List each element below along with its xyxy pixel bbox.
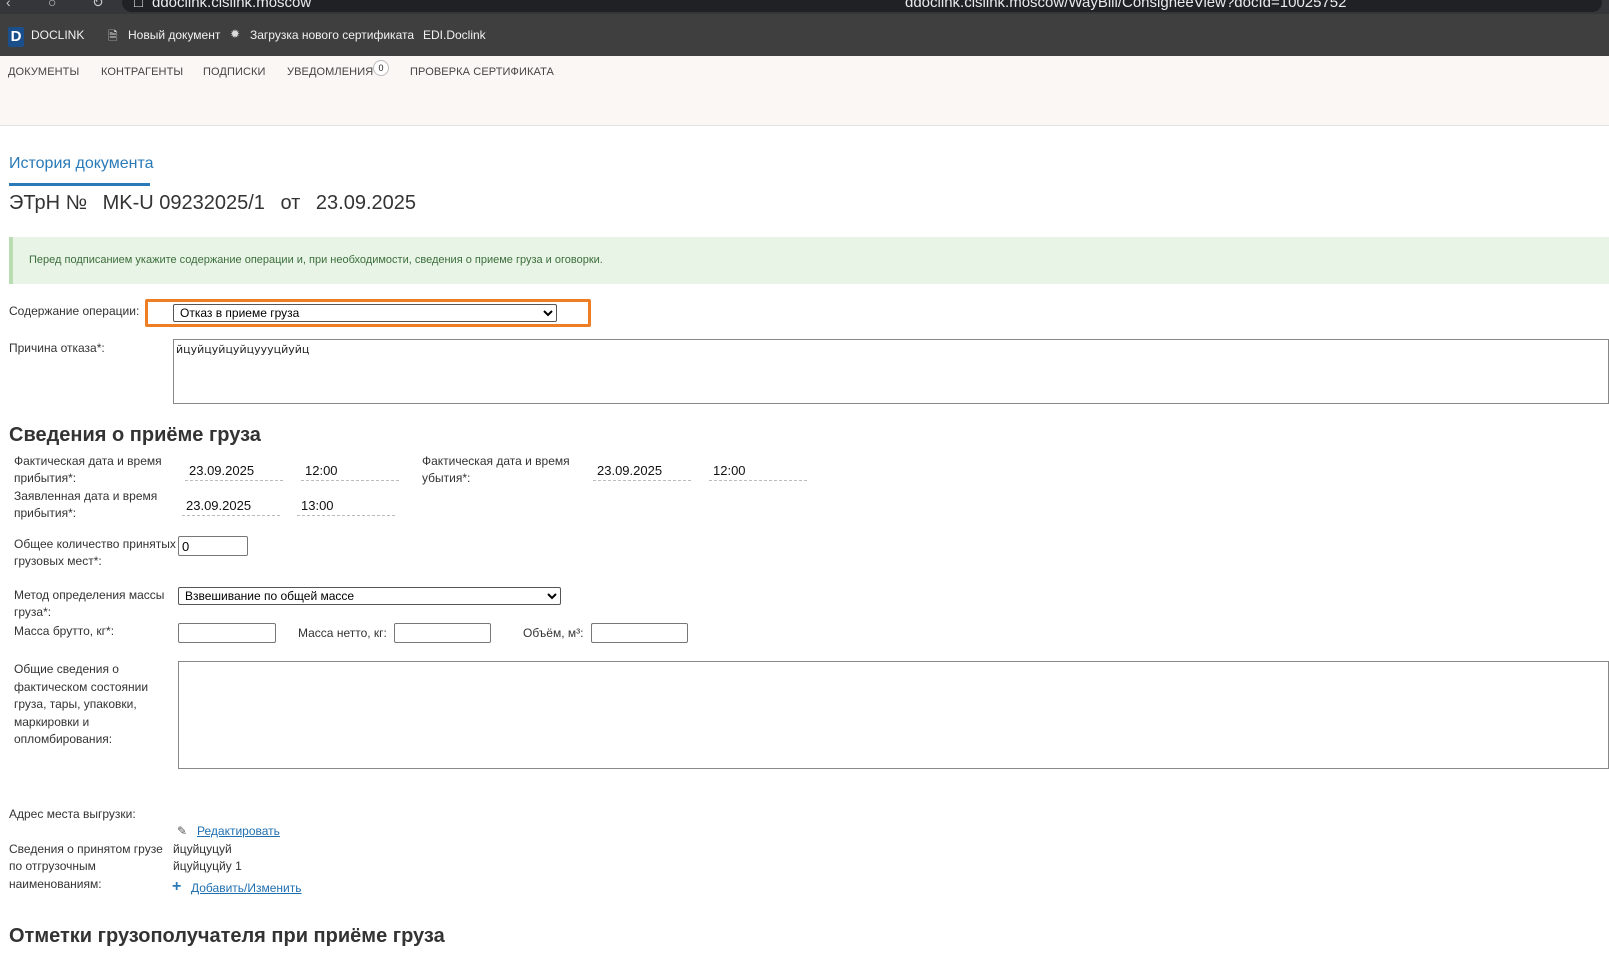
condition-label-line4: маркировки и xyxy=(14,715,90,729)
condition-label-line3: груза, тары, упаковки, xyxy=(14,697,137,711)
alert-text: Перед подписанием укажите содержание опе… xyxy=(29,254,603,266)
declared-arrival-label-line1: Заявленная дата и время xyxy=(14,489,158,503)
doc-date: 23.09.2025 xyxy=(315,192,417,214)
cargo-section-title: Сведения о приёме груза xyxy=(9,424,261,446)
actual-arrival-label-line1: Фактическая дата и время xyxy=(14,454,162,468)
menu-notifications[interactable]: УВЕДОМЛЕНИЯ xyxy=(287,66,373,78)
menu-check-certificate[interactable]: ПРОВЕРКА СЕРТИФИКАТА xyxy=(410,66,554,78)
refusal-reason-label: Причина отказа*: xyxy=(9,341,105,355)
accepted-goods-label-line1: Сведения о принятом грузе xyxy=(9,842,163,856)
document-icon: 🗎 xyxy=(108,29,118,43)
actual-departure-label-line1: Фактическая дата и время xyxy=(422,454,570,468)
declared-arrival-date-input[interactable] xyxy=(182,496,280,516)
menu-counterparties[interactable]: КОНТРАГЕНТЫ xyxy=(101,66,183,78)
net-mass-input[interactable] xyxy=(394,623,491,643)
volume-input[interactable] xyxy=(591,623,688,643)
operation-select[interactable]: Отказ в приеме груза xyxy=(173,304,557,322)
tab-active-indicator xyxy=(9,183,150,186)
actual-arrival-date-input[interactable] xyxy=(185,461,283,481)
page-title: ЭТрН № MK-U 09232025/1 от 23.09.2025 xyxy=(9,192,426,215)
reload-icon[interactable]: ↻ xyxy=(92,0,104,11)
accepted-goods-item: йцуйцуцйу 1 xyxy=(173,859,242,873)
page-info-icon[interactable]: □ xyxy=(134,0,143,11)
condition-label-line5: опломбирования: xyxy=(14,732,113,746)
gross-mass-input[interactable] xyxy=(178,623,276,643)
plus-icon: + xyxy=(172,878,182,895)
declared-arrival-time-input[interactable] xyxy=(297,496,395,516)
mass-method-label-line2: груза*: xyxy=(14,605,52,619)
actual-departure-label-line2: убытия*: xyxy=(422,471,471,485)
main-menu: ДОКУМЕНТЫ КОНТРАГЕНТЫ ПОДПИСКИ УВЕДОМЛЕН… xyxy=(0,56,1609,126)
upload-certificate-link[interactable]: Загрузка нового сертификата xyxy=(250,28,414,42)
mass-method-label-line1: Метод определения массы xyxy=(14,588,165,602)
actual-arrival-label-line2: прибытия*: xyxy=(14,471,77,485)
back-icon[interactable]: ‹ xyxy=(6,0,11,10)
brand-link[interactable]: DOCLINK xyxy=(31,28,84,42)
places-label-line1: Общее количество принятых xyxy=(14,537,176,551)
doc-type-label: ЭТрН № xyxy=(9,192,88,214)
places-count-input[interactable] xyxy=(178,536,248,556)
app-topbar: D DOCLINK 🗎 Новый документ ✹ Загрузка но… xyxy=(0,14,1609,56)
info-alert: Перед подписанием укажите содержание опе… xyxy=(9,237,1609,284)
tab-document-history[interactable]: История документа xyxy=(9,155,154,173)
add-change-goods-link[interactable]: Добавить/Изменить xyxy=(191,881,302,895)
mass-method-select[interactable]: Взвешивание по общей массе xyxy=(178,587,561,605)
new-document-link[interactable]: Новый документ xyxy=(128,28,220,42)
net-mass-label: Масса нетто, кг: xyxy=(298,626,387,640)
browser-chrome: ‹ ○ ↻ □ ddoclink.cislink.moscow ddoclink… xyxy=(0,0,1609,14)
accepted-goods-label-line2: по отгрузочным xyxy=(9,859,96,873)
volume-label: Объём, м³: xyxy=(523,626,584,640)
doclink-logo[interactable]: D xyxy=(8,27,24,47)
condition-textarea[interactable] xyxy=(178,661,1609,769)
condition-label-line1: Общие сведения о xyxy=(14,662,119,676)
doc-number: MK-U 09232025/1 xyxy=(102,192,265,214)
accepted-goods-label-line3: наименованиям: xyxy=(9,877,102,891)
operation-label: Содержание операции: xyxy=(9,304,140,318)
edi-doclink-link[interactable]: EDI.Doclink xyxy=(423,28,486,42)
accepted-goods-item: йцуйцуцуй xyxy=(173,842,232,856)
condition-label-line2: фактическом состоянии xyxy=(14,680,149,694)
actual-departure-time-input[interactable] xyxy=(709,461,807,481)
consignee-marks-section-title: Отметки грузополучателя при приёме груза xyxy=(9,925,445,947)
edit-address-link[interactable]: Редактировать xyxy=(197,824,280,838)
unloading-address-label: Адрес места выгрузки: xyxy=(9,807,136,821)
actual-departure-date-input[interactable] xyxy=(593,461,691,481)
address-bar-host: ddoclink.cislink.moscow xyxy=(152,0,312,11)
notifications-badge: 0 xyxy=(373,60,389,76)
gross-mass-label: Масса брутто, кг*: xyxy=(14,624,115,638)
places-label-line2: грузовых мест*: xyxy=(14,554,102,568)
address-bar-url: ddoclink.cislink.moscow/WayBill/Consigne… xyxy=(905,0,1347,11)
actual-arrival-time-input[interactable] xyxy=(301,461,399,481)
menu-subscriptions[interactable]: ПОДПИСКИ xyxy=(203,66,266,78)
forward-icon[interactable]: ○ xyxy=(48,0,56,10)
declared-arrival-label-line2: прибытия*: xyxy=(14,506,77,520)
gear-icon: ✹ xyxy=(230,27,241,41)
menu-documents[interactable]: ДОКУМЕНТЫ xyxy=(8,66,79,78)
address-bar[interactable] xyxy=(122,0,1602,12)
doc-from-label: от xyxy=(280,192,301,214)
refusal-reason-textarea[interactable]: йцуйцуйцуйцуууцйуйц xyxy=(173,339,1609,404)
pencil-icon: ✎ xyxy=(177,824,188,838)
